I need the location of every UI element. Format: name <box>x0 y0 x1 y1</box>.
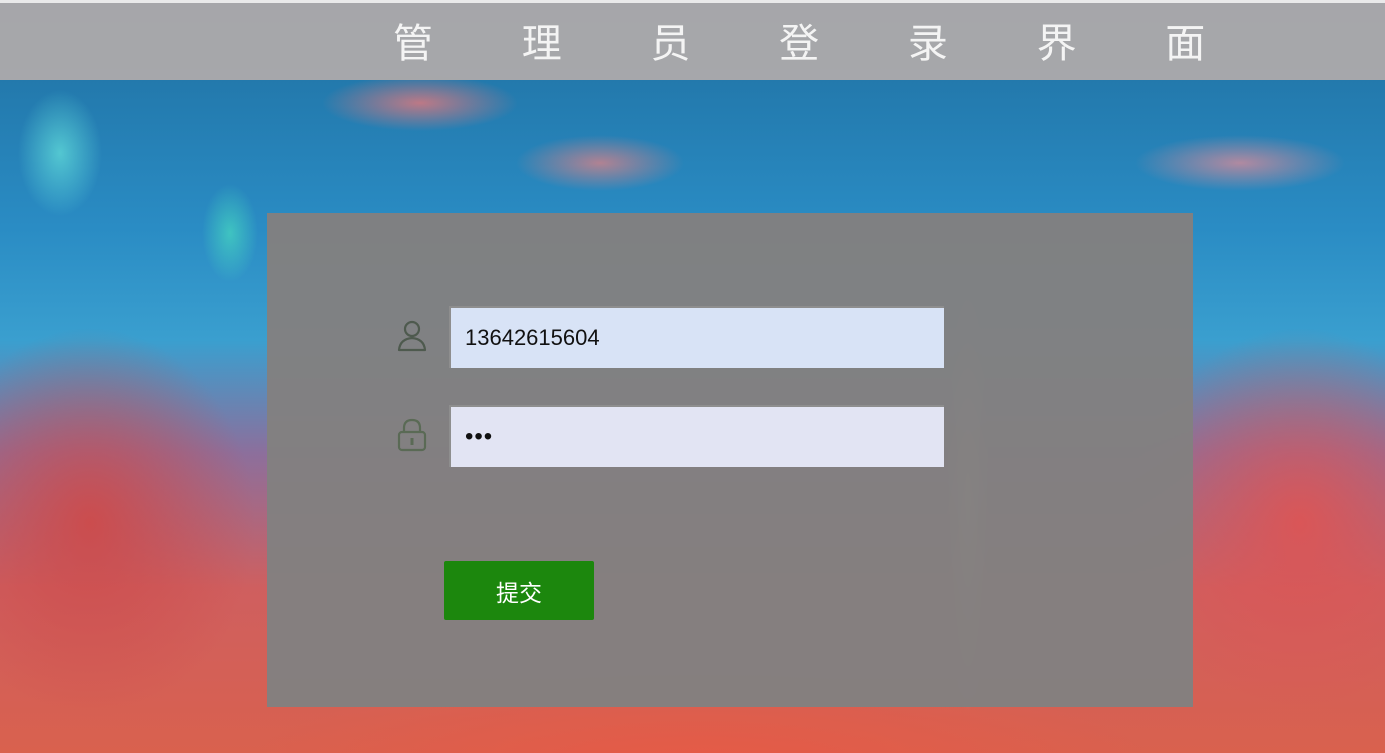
lock-icon <box>394 417 430 453</box>
username-input[interactable] <box>449 306 944 368</box>
password-row: ••• <box>267 405 1193 467</box>
username-row <box>267 306 1193 368</box>
user-icon <box>394 318 430 354</box>
header-bar: 管 理 员 登 录 界 面 <box>0 3 1385 80</box>
password-mask: ••• <box>465 423 494 450</box>
submit-button[interactable]: 提交 <box>444 561 594 620</box>
login-panel: ••• 提交 <box>267 213 1193 707</box>
page-title: 管 理 员 登 录 界 面 <box>393 21 1244 67</box>
password-input[interactable]: ••• <box>449 405 944 467</box>
